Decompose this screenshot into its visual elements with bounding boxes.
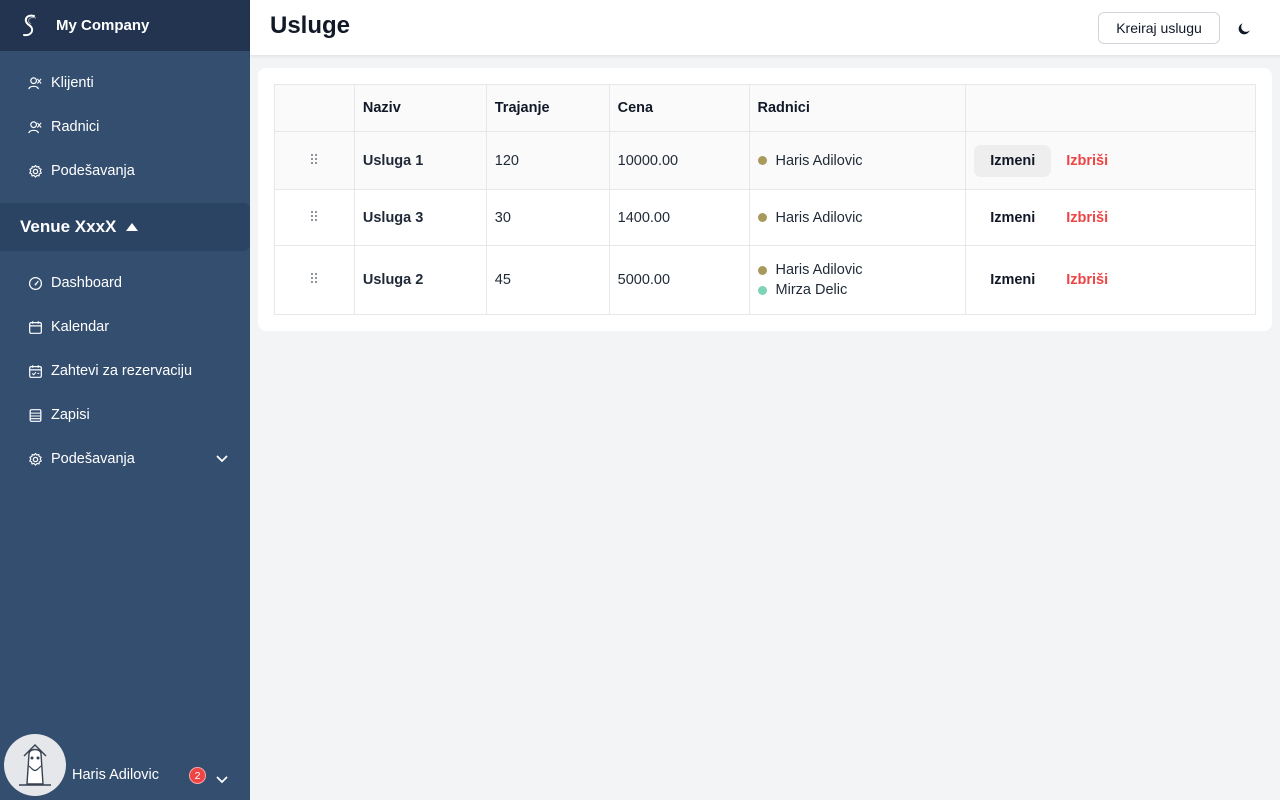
calendar-icon	[27, 319, 43, 335]
drag-handle-icon[interactable]	[310, 210, 318, 226]
drag-handle-icon[interactable]	[310, 272, 318, 288]
sidebar-item-label: Podešavanja	[51, 451, 135, 467]
worker-color-dot	[757, 213, 767, 222]
service-name: Usluga 3	[353, 189, 487, 246]
sidebar-item-zapisi[interactable]: Zapisi	[0, 393, 250, 437]
edit-button[interactable]: Izmeni	[974, 264, 1051, 296]
worker-item: Haris Adilovic	[757, 152, 958, 169]
delete-button[interactable]: Izbriši	[1066, 153, 1108, 169]
gear-icon	[27, 451, 43, 467]
column-header-radnici[interactable]: Radnici	[748, 84, 967, 132]
drag-handle[interactable]	[274, 131, 355, 190]
worker-color-dot	[757, 265, 767, 275]
worker-color-dot	[757, 285, 767, 295]
column-header-trajanje[interactable]: Trajanje	[485, 84, 610, 132]
row-actions: Izmeni Izbriši	[965, 189, 1256, 246]
worker-item: Mirza Delic	[757, 282, 958, 298]
drag-handle-icon[interactable]	[310, 153, 318, 169]
row-actions: Izmeni Izbriši	[965, 131, 1256, 190]
service-workers: Haris Adilovic	[748, 189, 967, 246]
service-price: 1400.00	[608, 189, 750, 246]
page-header: Usluge Kreiraj uslugu	[250, 0, 1280, 56]
calendar-check-icon	[27, 363, 43, 379]
table-header-row: Naziv Trajanje Cena Radnici	[274, 84, 1256, 132]
table-row[interactable]: Usluga 3 30 1400.00 Haris Adilovic Izmen…	[274, 189, 1256, 246]
sidebar-item-label: Dashboard	[51, 275, 122, 291]
sidebar: My Company Klijenti Radnici Podešavanja …	[0, 0, 250, 800]
worker-name: Mirza Delic	[775, 282, 848, 298]
sidebar-item-kalendar[interactable]: Kalendar	[0, 305, 250, 349]
sidebar-item-label: Podešavanja	[51, 163, 135, 179]
sidebar-item-venue-podesavanja[interactable]: Podešavanja	[0, 437, 250, 481]
drag-handle[interactable]	[274, 245, 355, 315]
user-name: Haris Adilovic	[72, 767, 160, 783]
service-workers: Haris Adilovic	[748, 131, 967, 190]
edit-button[interactable]: Izmeni	[974, 144, 1052, 177]
table-row[interactable]: Usluga 1 120 10000.00 Haris Adilovic Izm…	[274, 131, 1256, 190]
sidebar-item-zahtevi[interactable]: Zahtevi za rezervaciju	[0, 349, 250, 393]
gauge-icon	[27, 275, 43, 291]
create-service-button[interactable]: Kreiraj uslugu	[1098, 12, 1220, 44]
users-icon	[27, 75, 43, 91]
caret-up-icon	[126, 223, 139, 231]
chevron-down-icon[interactable]	[216, 771, 228, 789]
worker-name: Haris Adilovic	[775, 152, 863, 169]
services-table: Naziv Trajanje Cena Radnici Usluga 1 120…	[274, 84, 1256, 315]
service-name: Usluga 2	[353, 245, 487, 315]
sidebar-item-podesavanja[interactable]: Podešavanja	[0, 149, 250, 193]
worker-item: Haris Adilovic	[757, 262, 958, 278]
table-icon	[27, 407, 43, 423]
brand-logo-icon	[20, 13, 40, 39]
service-duration: 45	[485, 245, 610, 315]
avatar[interactable]	[4, 734, 66, 796]
sidebar-item-label: Kalendar	[51, 319, 110, 335]
service-duration: 30	[485, 189, 610, 246]
worker-color-dot	[757, 156, 767, 165]
sidebar-item-radnici[interactable]: Radnici	[0, 105, 250, 149]
page-title: Usluge	[270, 12, 351, 39]
brand-bar[interactable]: My Company	[0, 0, 250, 51]
worker-name: Haris Adilovic	[775, 262, 863, 278]
delete-button[interactable]: Izbriši	[1066, 210, 1108, 226]
gear-icon	[27, 163, 43, 179]
row-actions: Izmeni Izbriši	[965, 245, 1256, 315]
notification-badge[interactable]: 2	[189, 767, 206, 784]
service-workers: Haris Adilovic Mirza Delic	[748, 245, 967, 315]
user-menu[interactable]: Haris Adilovic 2	[0, 734, 250, 800]
venue-selector[interactable]: Venue XxxX	[0, 203, 250, 251]
table-row[interactable]: Usluga 2 45 5000.00 Haris Adilovic Mirza…	[274, 245, 1256, 315]
service-name: Usluga 1	[353, 131, 487, 190]
delete-button[interactable]: Izbriši	[1066, 272, 1108, 288]
sidebar-item-dashboard[interactable]: Dashboard	[0, 261, 250, 305]
worker-name: Haris Adilovic	[775, 209, 863, 226]
column-header-drag	[274, 84, 355, 132]
chevron-down-icon[interactable]	[216, 451, 228, 467]
moon-icon[interactable]	[1234, 18, 1254, 38]
column-header-cena[interactable]: Cena	[608, 84, 750, 132]
drag-handle[interactable]	[274, 189, 355, 246]
column-header-naziv[interactable]: Naziv	[353, 84, 487, 132]
brand-name: My Company	[56, 17, 150, 34]
sidebar-item-label: Zahtevi za rezervaciju	[51, 363, 193, 379]
workers-icon	[27, 119, 43, 135]
venue-name: Venue XxxX	[20, 217, 117, 236]
service-price: 10000.00	[608, 131, 750, 190]
column-header-actions	[965, 84, 1256, 132]
worker-item: Haris Adilovic	[757, 209, 958, 226]
sidebar-item-label: Klijenti	[51, 75, 94, 91]
services-card: Naziv Trajanje Cena Radnici Usluga 1 120…	[258, 68, 1272, 331]
edit-button[interactable]: Izmeni	[974, 202, 1051, 234]
sidebar-item-label: Radnici	[51, 119, 100, 135]
sidebar-item-label: Zapisi	[51, 407, 90, 423]
service-duration: 120	[485, 131, 610, 190]
service-price: 5000.00	[608, 245, 750, 315]
sidebar-item-klijenti[interactable]: Klijenti	[0, 61, 250, 105]
